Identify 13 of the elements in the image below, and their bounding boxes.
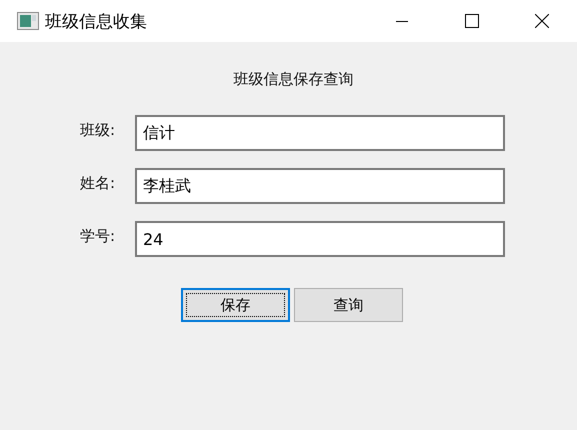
window-title: 班级信息收集 (45, 10, 147, 32)
close-icon (535, 14, 549, 28)
form-button[interactable]: 保存 (181, 288, 290, 322)
form-heading: 班级信息保存查询 (232, 70, 354, 90)
app-icon (17, 12, 39, 30)
maximize-icon (465, 14, 479, 28)
form-button[interactable]: 查询 (294, 288, 403, 322)
field-label: 班级: (80, 120, 116, 140)
field-label: 姓名: (80, 173, 116, 193)
input-field[interactable]: 24 (135, 221, 505, 257)
input-field[interactable]: 信计 (135, 115, 505, 151)
field-label: 学号: (80, 226, 116, 246)
input-field[interactable]: 李桂武 (135, 168, 505, 204)
